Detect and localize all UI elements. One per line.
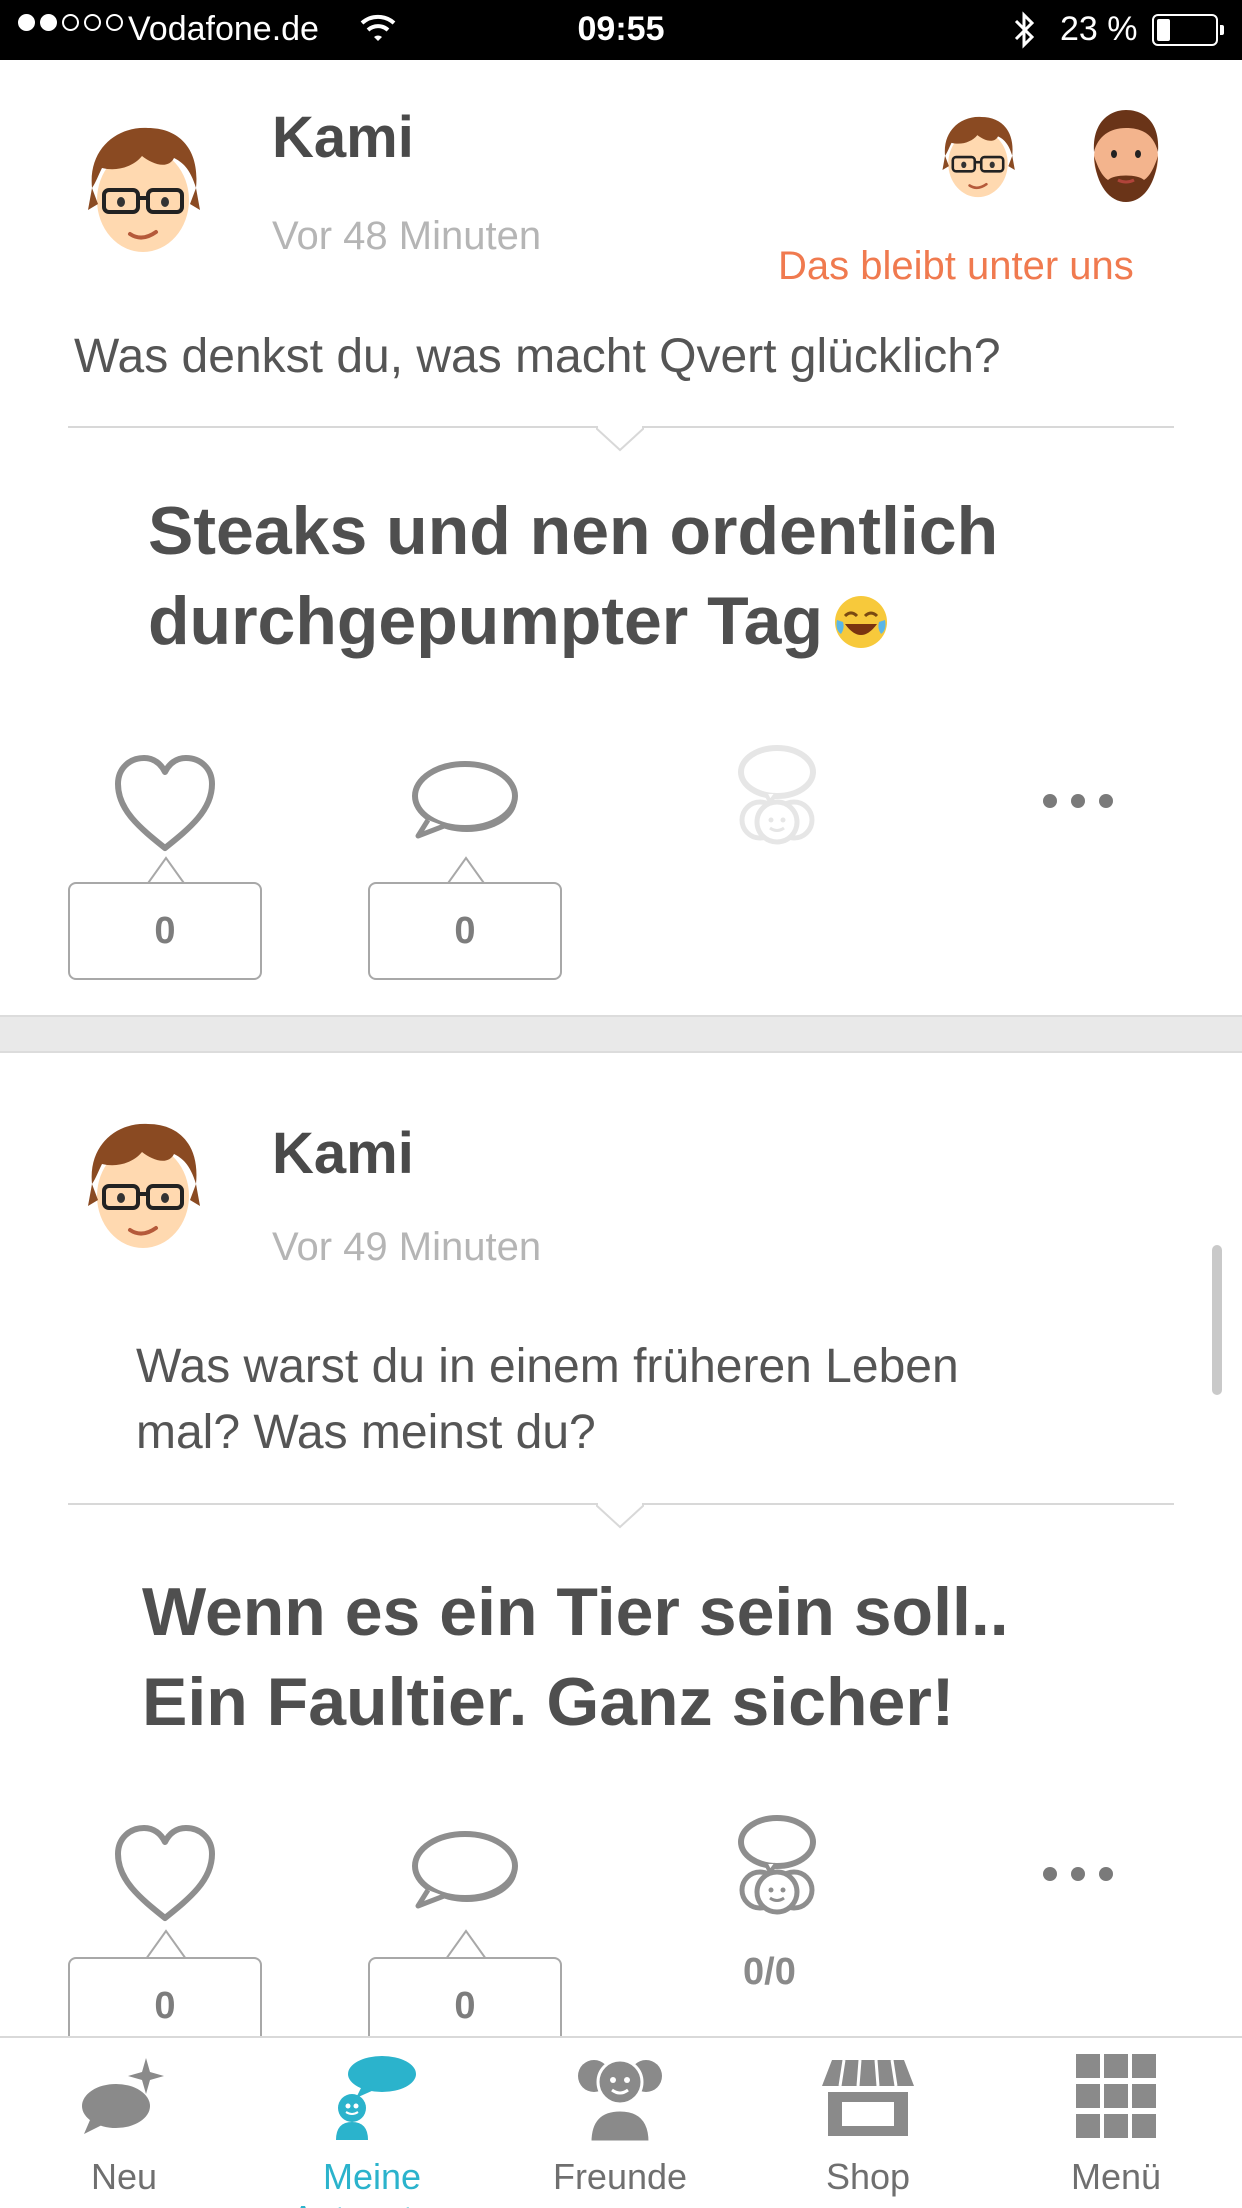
new-bubble-icon [82, 2058, 164, 2134]
answer-line: durchgepumpter Tag [148, 583, 823, 659]
tab-freunde[interactable]: Freunde [496, 2038, 744, 2208]
answer-line: Wenn es ein Tier sein soll.. [142, 1574, 1009, 1650]
recipient-avatar[interactable] [936, 110, 1020, 208]
count-tip [446, 1929, 486, 1959]
tab-neu[interactable]: Neu [0, 2038, 248, 2208]
tab-label: Freunde [552, 2156, 688, 2197]
question-text: Was denkst du, was macht Qvert glücklich… [74, 330, 1001, 383]
tab-label: Shop [825, 2156, 911, 2197]
username[interactable]: Kami [272, 104, 414, 171]
post-timestamp: Vor 48 Minuten [272, 214, 542, 258]
my-answers-icon [336, 2056, 416, 2140]
laughing-emoji-icon [835, 596, 887, 648]
friends-reaction-icon [722, 742, 832, 852]
user-avatar[interactable] [78, 118, 208, 268]
answer-text: Wenn es ein Tier sein soll.. Ein Faultie… [142, 1567, 1009, 1747]
answer-line: Steaks und nen ordentlich [148, 493, 999, 569]
more-options-icon[interactable] [1038, 1859, 1118, 1889]
grid-menu-icon [1076, 2054, 1156, 2138]
question-line: mal? Was meinst du? [136, 1406, 596, 1459]
clock: 09:55 [577, 10, 665, 48]
like-heart-icon[interactable] [110, 1820, 220, 1930]
comment-bubble-icon[interactable] [410, 1820, 520, 1930]
question-line: Was warst du in einem früheren Leben [136, 1340, 959, 1393]
comment-count[interactable]: 0 [368, 882, 562, 980]
status-bar: Vodafone.de 09:55 23 % [0, 0, 1242, 60]
post-separator [0, 1015, 1242, 1053]
tab-shop[interactable]: Shop [744, 2038, 992, 2208]
recipient-avatar[interactable] [1084, 106, 1168, 204]
bluetooth-icon [1014, 11, 1035, 49]
friends-reaction-icon[interactable] [722, 1812, 832, 1922]
count-tip [146, 1929, 186, 1959]
username[interactable]: Kami [272, 1120, 414, 1187]
user-avatar[interactable] [78, 1114, 208, 1264]
divider-notch [596, 1503, 644, 1529]
scrollbar[interactable] [1212, 1245, 1222, 1395]
answer-line-2: durchgepumpter Tag [148, 576, 998, 666]
answer-text: Steaks und nen ordentlich durchgepumpter… [148, 486, 998, 666]
friends-ratio: 0/0 [743, 1951, 796, 1993]
tab-label: Menü [1070, 2156, 1162, 2197]
like-heart-icon[interactable] [110, 750, 220, 860]
privacy-label: Das bleibt unter uns [778, 244, 1134, 288]
question-text: Was warst du in einem früheren Leben mal… [136, 1334, 959, 1466]
tab-menue[interactable]: Menü [992, 2038, 1240, 2208]
battery-icon [1152, 14, 1224, 46]
answer-post: Kami Vor 49 Minuten Was warst du in eine… [0, 1053, 1242, 2055]
divider-notch [596, 426, 644, 452]
tab-bar: Neu Meine Antworten Freunde [0, 2036, 1242, 2208]
friends-icon [578, 2058, 662, 2142]
like-count[interactable]: 0 [68, 882, 262, 980]
answer-post: Kami Vor 48 Minuten Das bleibt unter uns… [0, 60, 1242, 1015]
tab-meine-antworten[interactable]: Meine Antworten [248, 2038, 496, 2208]
post-timestamp: Vor 49 Minuten [272, 1225, 542, 1269]
tab-label: Meine Antworten [291, 2156, 453, 2208]
tab-label: Neu [90, 2156, 158, 2197]
more-options-icon[interactable] [1038, 786, 1118, 816]
comment-bubble-icon[interactable] [410, 750, 520, 860]
shop-icon [822, 2059, 914, 2136]
answer-line: Ein Faultier. Ganz sicher! [142, 1664, 955, 1740]
battery-percentage: 23 % [1060, 10, 1138, 48]
